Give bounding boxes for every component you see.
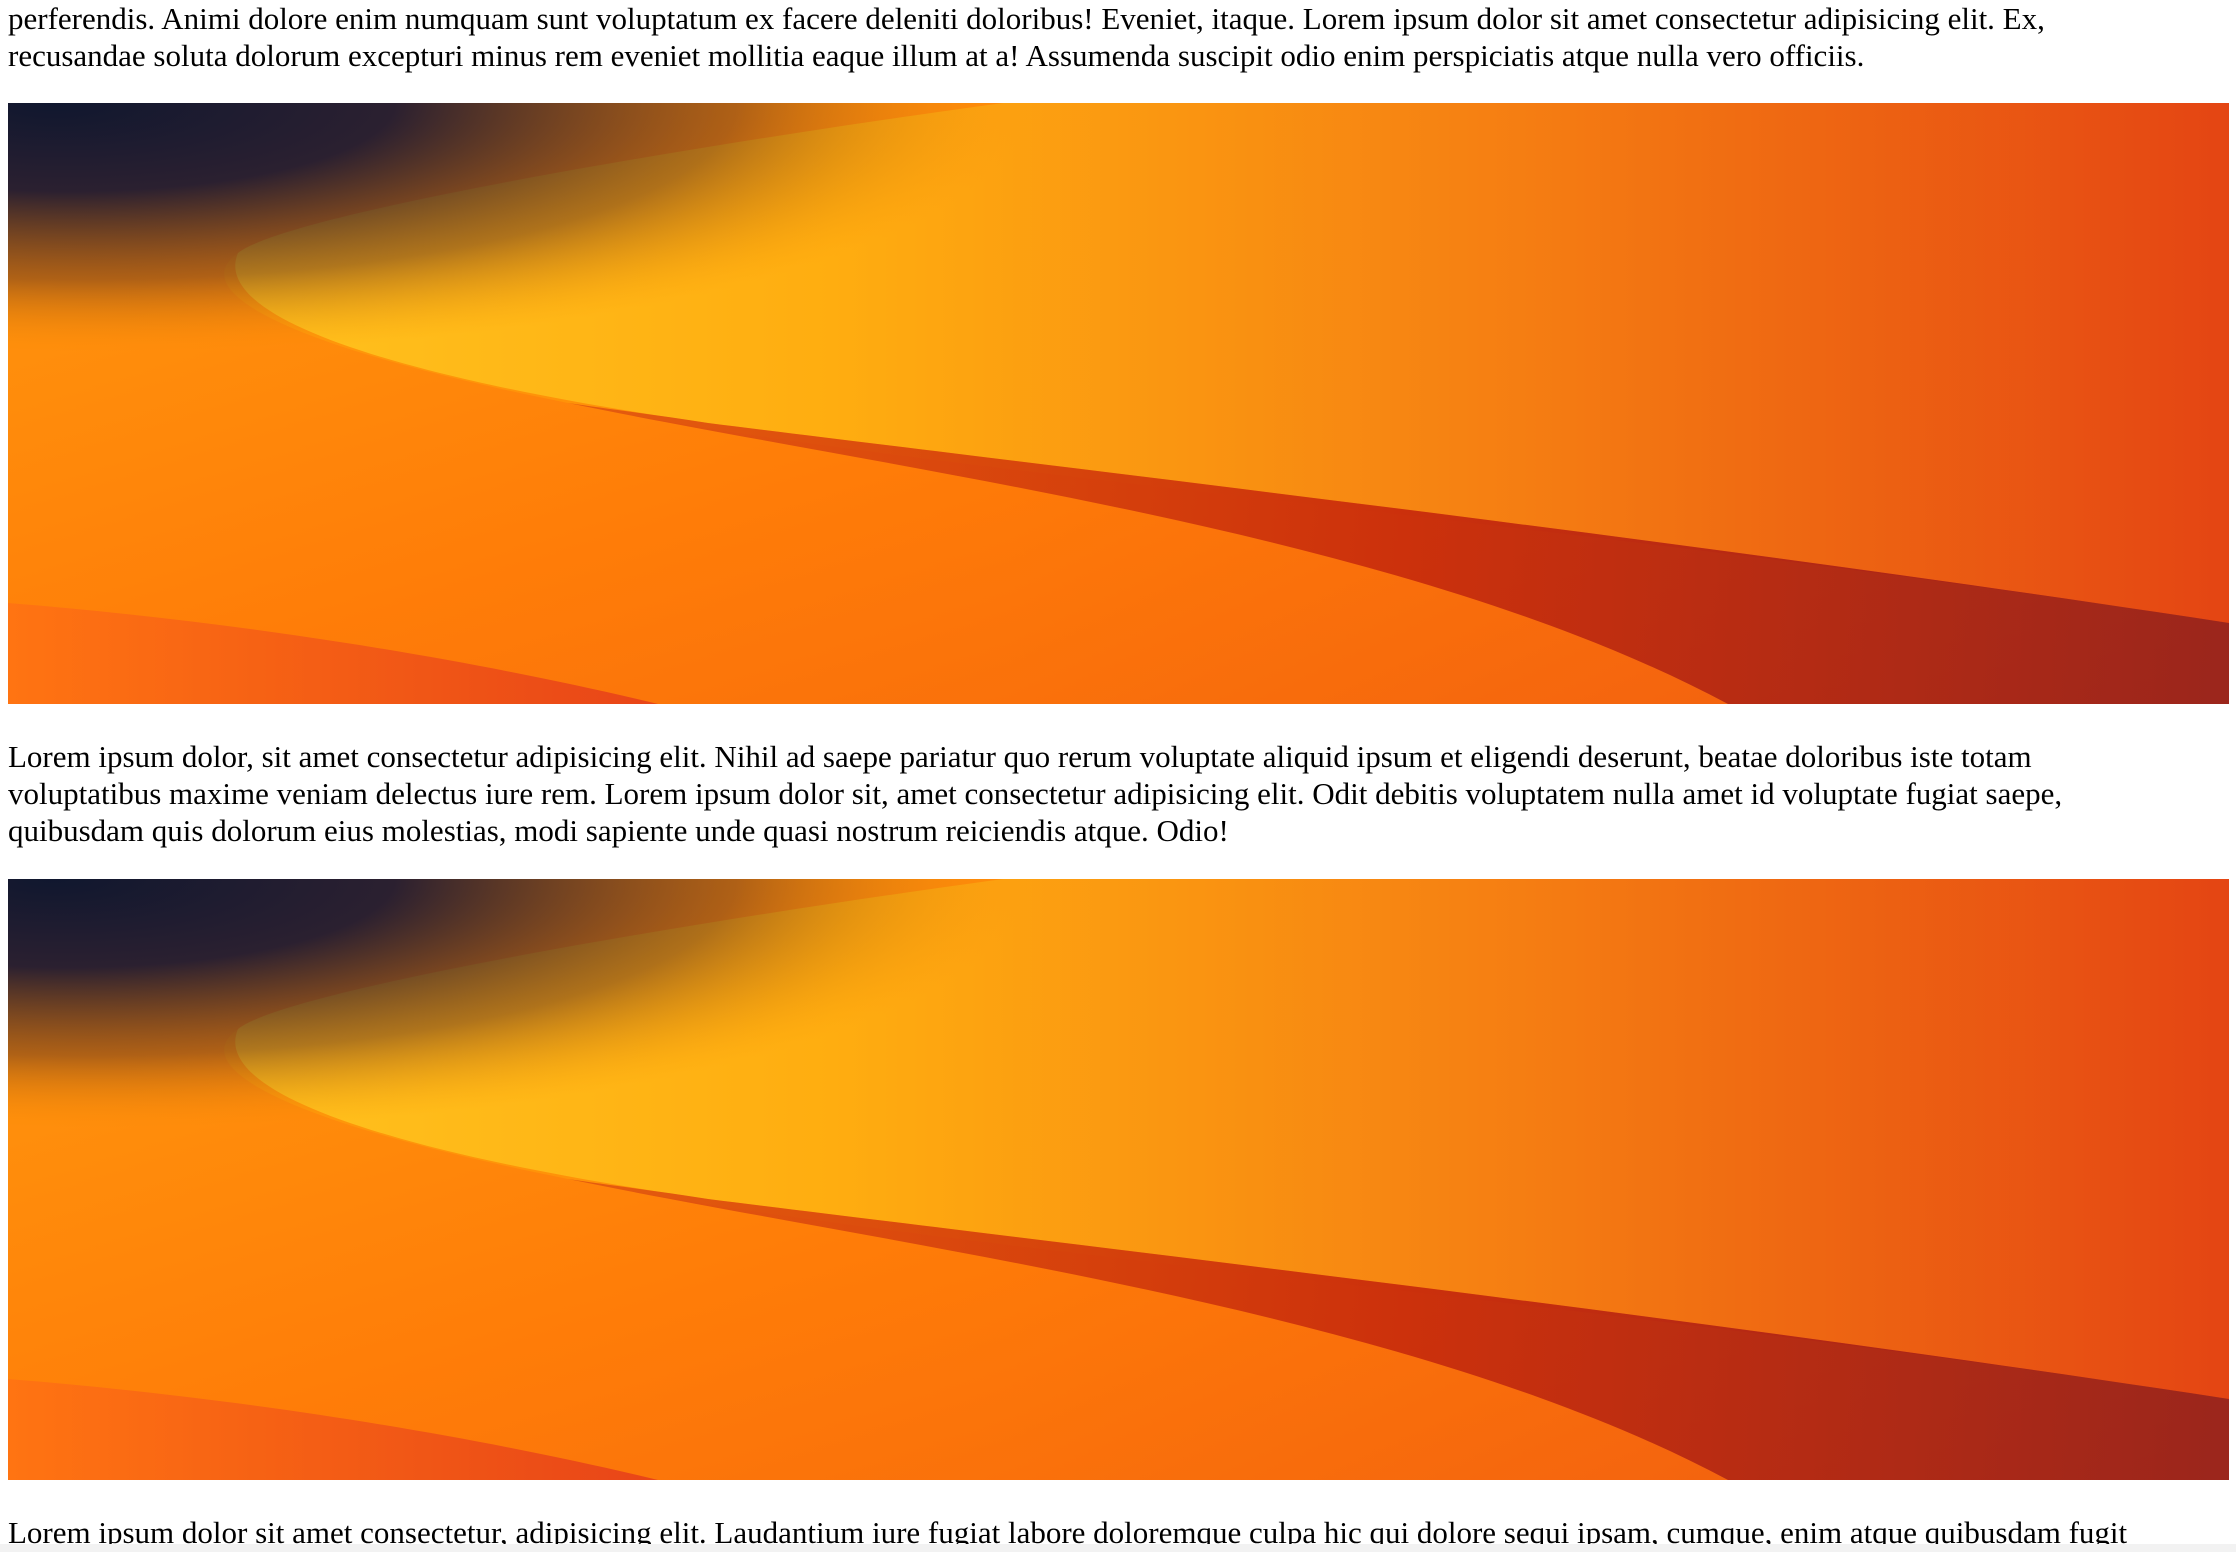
paragraph-line: recusandae soluta dolorum excepturi minu… [8,38,1865,73]
viewport-bottom-edge [0,1544,2236,1552]
banner-image-2 [8,879,2229,1480]
paragraph-line: Lorem ipsum dolor, sit amet consectetur … [8,739,2032,774]
paragraph-line: voluptatibus maxime veniam delectus iure… [8,776,2063,811]
paragraph-1: perferendis. Animi dolore enim numquam s… [8,0,2228,74]
paragraph-line: quibusdam quis dolorum eius molestias, m… [8,813,1229,848]
paragraph-2: Lorem ipsum dolor, sit amet consectetur … [8,738,2228,849]
banner-image-1 [8,103,2229,704]
paragraph-line: perferendis. Animi dolore enim numquam s… [8,1,2045,36]
